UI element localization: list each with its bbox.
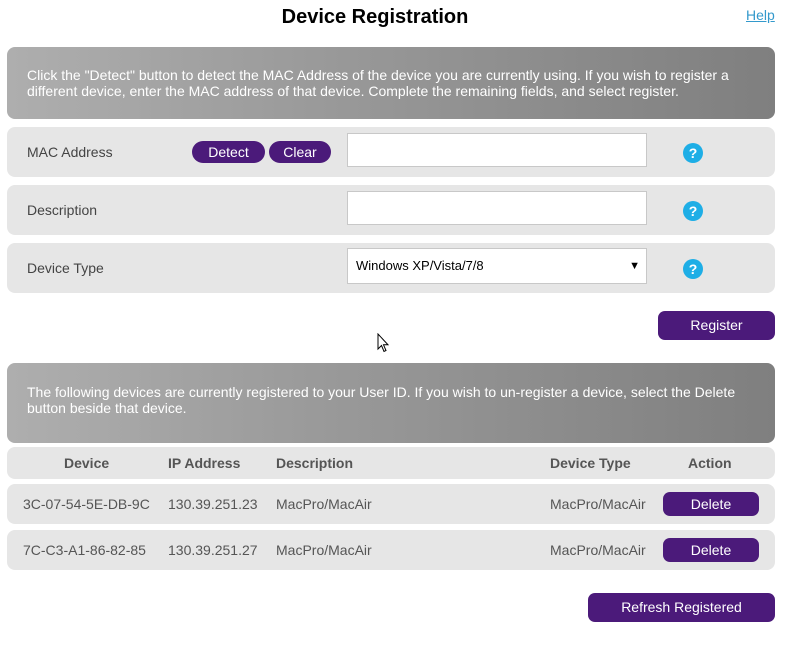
caret-down-icon: ▼	[629, 260, 640, 272]
mac-address-row: MAC Address Detect Clear ?	[7, 127, 775, 177]
device-type-cell: MacPro/MacAir	[550, 496, 646, 512]
device-mac-cell: 3C-07-54-5E-DB-9C	[23, 496, 150, 512]
column-header-device-type: Device Type	[550, 455, 631, 471]
clear-button[interactable]: Clear	[269, 141, 331, 163]
device-type-selected-value: Windows XP/Vista/7/8	[356, 258, 484, 273]
page-title: Device Registration	[281, 6, 469, 28]
column-header-device: Device	[64, 455, 110, 471]
registration-instructions-banner: Click the "Detect" button to detect the …	[7, 47, 775, 119]
devices-table-header: Device IP Address Description Device Typ…	[7, 447, 775, 479]
register-button[interactable]: Register	[658, 311, 775, 340]
question-circle-icon[interactable]: ?	[683, 201, 703, 221]
ip-address-cell: 130.39.251.27	[168, 542, 258, 558]
delete-button[interactable]: Delete	[663, 538, 759, 562]
description-cell: MacPro/MacAir	[276, 496, 372, 512]
column-header-description: Description	[276, 455, 354, 471]
column-header-action: Action	[688, 455, 732, 471]
mac-address-label: MAC Address	[27, 144, 113, 160]
registration-instructions-text: Click the "Detect" button to detect the …	[27, 67, 729, 99]
description-row: Description ?	[7, 185, 775, 235]
description-input[interactable]	[347, 191, 647, 225]
refresh-registered-button[interactable]: Refresh Registered	[588, 593, 775, 622]
delete-button[interactable]: Delete	[663, 492, 759, 516]
mouse-pointer-icon	[377, 333, 389, 353]
table-row: 3C-07-54-5E-DB-9C 130.39.251.23 MacPro/M…	[7, 484, 775, 524]
device-type-row: Device Type Windows XP/Vista/7/8 ▼ ?	[7, 243, 775, 293]
question-circle-icon[interactable]: ?	[683, 143, 703, 163]
ip-address-cell: 130.39.251.23	[168, 496, 258, 512]
device-mac-cell: 7C-C3-A1-86-82-85	[23, 542, 146, 558]
description-label: Description	[27, 202, 98, 218]
device-type-cell: MacPro/MacAir	[550, 542, 646, 558]
registered-instructions-text: The following devices are currently regi…	[27, 384, 736, 416]
description-cell: MacPro/MacAir	[276, 542, 372, 558]
device-type-select[interactable]: Windows XP/Vista/7/8 ▼	[347, 248, 647, 284]
column-header-ip-address: IP Address	[168, 455, 241, 471]
registered-instructions-banner: The following devices are currently regi…	[7, 363, 775, 443]
detect-button[interactable]: Detect	[192, 141, 265, 163]
table-row: 7C-C3-A1-86-82-85 130.39.251.27 MacPro/M…	[7, 530, 775, 570]
help-link[interactable]: Help	[746, 7, 775, 23]
mac-address-input[interactable]	[347, 133, 647, 167]
question-circle-icon[interactable]: ?	[683, 259, 703, 279]
device-type-label: Device Type	[27, 260, 104, 276]
